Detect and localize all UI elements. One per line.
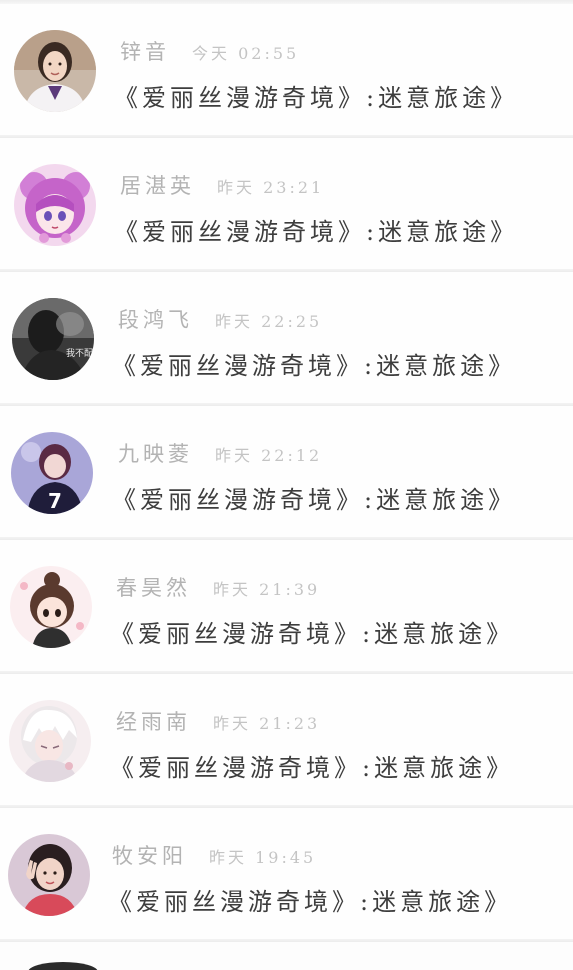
comment-meta: 九映菱 昨天 22:12 (118, 438, 322, 468)
timestamp: 今天 02:55 (192, 44, 300, 63)
comment-text: 《爱丽丝漫游奇境》:迷意旅途》 (110, 754, 515, 782)
username[interactable]: 春昊然 (116, 576, 191, 600)
username[interactable]: 经雨南 (116, 710, 191, 734)
user-avatar[interactable]: 我不配 (12, 298, 94, 380)
comment-item[interactable]: 7 九映菱 昨天 22:12 《爱丽丝漫游奇境》:迷意旅途》 (0, 406, 573, 540)
comment-item[interactable]: 经雨南 昨天 21:23 《爱丽丝漫游奇境》:迷意旅途》 (0, 674, 573, 808)
timestamp: 昨天 21:39 (213, 580, 321, 599)
avatar-anime-white-hair-icon (9, 700, 91, 782)
row-divider (0, 939, 573, 942)
avatar-girl-peace-sign-icon (8, 834, 90, 916)
comment-item[interactable]: 牧安阳 昨天 19:45 《爱丽丝漫游奇境》:迷意旅途》 (0, 808, 573, 942)
timestamp: 昨天 22:25 (215, 312, 323, 331)
comment-item[interactable]: 锌音 今天 02:55 《爱丽丝漫游奇境》:迷意旅途》 (0, 4, 573, 138)
avatar-dark-photo-icon: 我不配 (12, 298, 94, 380)
user-avatar[interactable] (14, 164, 96, 246)
avatar-overlay-text: 我不配 (66, 348, 93, 359)
comment-meta: 居湛英 昨天 23:21 (120, 170, 324, 200)
comment-text: 《爱丽丝漫游奇境》:迷意旅途》 (114, 218, 519, 246)
comment-meta: 春昊然 昨天 21:39 (116, 572, 320, 602)
comment-item[interactable]: 我不配 段鸿飞 昨天 22:25 《爱丽丝漫游奇境》:迷意旅途》 (0, 272, 573, 406)
timestamp: 昨天 19:45 (209, 848, 317, 867)
comment-text: 《爱丽丝漫游奇境》:迷意旅途》 (112, 352, 517, 380)
username[interactable]: 居湛英 (120, 174, 195, 198)
comment-meta: 段鸿飞 昨天 22:25 (118, 304, 322, 334)
comment-meta: 牧安阳 昨天 19:45 (112, 840, 316, 870)
jersey-number: 7 (48, 489, 62, 513)
username[interactable]: 牧安阳 (112, 844, 187, 868)
comment-meta: 锌音 今天 02:55 (120, 36, 299, 66)
avatar-anime-jersey-7-icon: 7 (11, 432, 93, 514)
username[interactable]: 段鸿飞 (118, 308, 193, 332)
timestamp: 昨天 23:21 (217, 178, 325, 197)
comment-meta: 经雨南 昨天 21:23 (116, 706, 320, 736)
user-avatar[interactable] (9, 700, 91, 782)
avatar-chibi-girl-icon (10, 566, 92, 648)
user-avatar[interactable] (8, 834, 90, 916)
username[interactable]: 九映菱 (118, 442, 193, 466)
comment-item[interactable]: 春昊然 昨天 21:39 《爱丽丝漫游奇境》:迷意旅途》 (0, 540, 573, 674)
comment-text: 《爱丽丝漫游奇境》:迷意旅途》 (112, 486, 517, 514)
next-avatar-partial (28, 962, 98, 970)
avatar-anime-pink-hair-icon (14, 164, 96, 246)
comment-text: 《爱丽丝漫游奇境》:迷意旅途》 (110, 620, 515, 648)
user-avatar[interactable]: 7 (11, 432, 93, 514)
user-avatar[interactable] (10, 566, 92, 648)
timestamp: 昨天 21:23 (213, 714, 321, 733)
comment-list: 锌音 今天 02:55 《爱丽丝漫游奇境》:迷意旅途》 居湛英 昨天 23:21 (0, 0, 573, 970)
comment-text: 《爱丽丝漫游奇境》:迷意旅途》 (108, 888, 513, 916)
timestamp: 昨天 22:12 (215, 446, 323, 465)
comment-text: 《爱丽丝漫游奇境》:迷意旅途》 (114, 84, 519, 112)
user-avatar[interactable] (14, 30, 96, 112)
avatar-woman-white-coat-icon (14, 30, 96, 112)
comment-item[interactable]: 居湛英 昨天 23:21 《爱丽丝漫游奇境》:迷意旅途》 (0, 138, 573, 272)
username[interactable]: 锌音 (120, 40, 170, 64)
